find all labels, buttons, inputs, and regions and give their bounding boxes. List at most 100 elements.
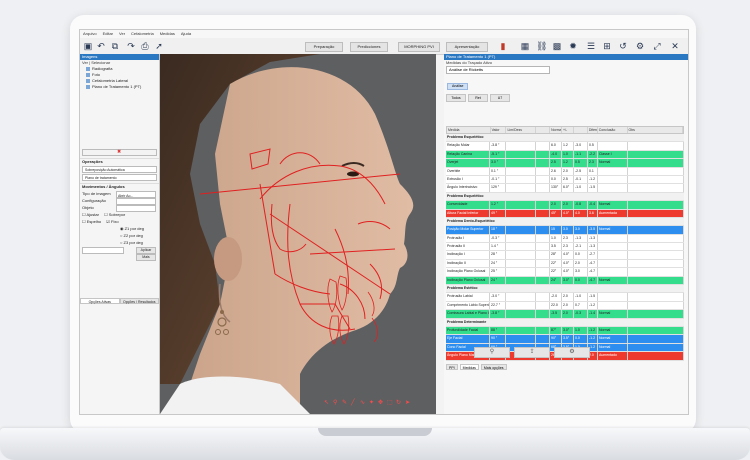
menu-edit[interactable]: Editar — [103, 30, 113, 38]
tab-measures[interactable]: Medidas — [459, 364, 479, 370]
tab-more-options[interactable]: Mais opções — [480, 364, 507, 370]
table-row[interactable]: Inclinação II 24 ° 22° 4.0° 2.0 -4.7 — [446, 259, 684, 269]
tool-curve-icon[interactable]: ∿ — [360, 400, 366, 406]
table-row[interactable]: Relação Canina -5.1 ° -4.0 1.0 -1.1 -2.2 Class… — [446, 150, 684, 160]
table-row[interactable]: Inclinação Plano Oclusal 24 ° 24° 3.0° 0.0 -4… — [446, 276, 684, 286]
list-icon[interactable]: ☰ — [586, 41, 596, 51]
table-row[interactable]: Eje Facial 90 ° 90° 3.5° 0.0 -1.2 Normal — [446, 335, 684, 344]
menu-view[interactable]: Ver — [119, 30, 125, 38]
col-measure[interactable]: Medida — [447, 127, 491, 133]
table-group-row[interactable]: Problema Dento-Esquelético — [446, 217, 684, 227]
table-row[interactable]: Protrusão I -0.3 ° 1.0 2.3 -1.3 -1.3 — [446, 234, 684, 244]
adjust-icon[interactable]: ⚙ — [635, 41, 645, 51]
col-conclusion[interactable]: Conclusão — [598, 127, 628, 133]
check-overlay[interactable]: ☐ Sobrepor — [104, 212, 125, 217]
menu-file[interactable]: Arquivo — [83, 30, 97, 38]
copy-icon[interactable]: ⧉ — [110, 41, 120, 51]
tab-all[interactable]: Todos — [446, 94, 466, 102]
table-row[interactable]: Overbite 0.1 ° 2.6 2.0 -2.5 0.1 — [446, 167, 684, 176]
radio-row-1[interactable]: ◉ Z1 por deg — [80, 225, 159, 232]
settings-button[interactable]: ⚙ — [554, 347, 590, 358]
delete-field[interactable]: ✖ — [82, 149, 157, 156]
col-dev[interactable]: +/- — [562, 127, 574, 133]
table-cell: Protrusão Labial — [446, 293, 490, 301]
operations-select-2[interactable]: Plano de tratamento — [82, 174, 157, 181]
tool-select-icon[interactable]: ⬚ — [387, 400, 393, 406]
check-mirror[interactable]: ☐ Espelho — [82, 219, 101, 224]
table-row[interactable]: Relação Molar -3.8 ° 6.0 1.2 -3.0 0.5 — [446, 142, 684, 151]
tab-active-options[interactable]: Opções Ativas — [80, 298, 120, 304]
table-group-row[interactable]: Problema Determinante — [446, 318, 684, 327]
profile-photo-with-tracing[interactable]: ↖ ⚲ ✎ ╱ ∿ ✦ ✥ ⬚ ↻ ➤ — [160, 54, 436, 414]
tool-zoom-icon[interactable]: ⚲ — [333, 400, 339, 406]
table-row[interactable]: Inclinação Plano Oclusal 25 ° 22° 4.0° 3.0 -4… — [446, 268, 684, 277]
menu-cephalometry[interactable]: Cefalometria — [131, 30, 154, 38]
tool-cursor-icon[interactable]: ➤ — [405, 400, 411, 406]
table-row[interactable]: Profundidade Facial 88 ° 87° 3.0° 1.0 -1.2 Nor… — [446, 326, 684, 336]
table-row[interactable]: Protrusão Labial -3.0 ° -2.0 2.0 -1.0 -1.5 — [446, 293, 684, 302]
tab-options-results[interactable]: Opções / Resultados — [119, 298, 159, 304]
tool-pencil-icon[interactable]: ✎ — [342, 400, 348, 406]
table-row[interactable]: Altura Facial Inferior 49 ° 45° 4.0° 4.0 3.6 A… — [446, 209, 684, 218]
table-row[interactable]: Protrusão II 1.4 ° 3.5 2.3 -2.1 -1.3 — [446, 243, 684, 252]
col-diff[interactable]: Diferença — [588, 127, 598, 133]
col-obs[interactable]: Obs — [628, 127, 683, 133]
preparation-button[interactable]: Preparação — [305, 42, 343, 52]
save-icon[interactable]: ▣ — [83, 41, 93, 51]
tool-arrow-icon[interactable]: ↖ — [324, 400, 330, 406]
operations-select-1[interactable]: Sobreposição Automática — [82, 166, 157, 173]
link-icon[interactable]: ⛓ — [536, 41, 547, 51]
print-icon[interactable]: ⎙ — [140, 41, 150, 51]
settings-icon[interactable]: ✹ — [568, 41, 578, 51]
book-icon[interactable]: ▮ — [498, 41, 508, 51]
table-row[interactable]: Convexidade 1.2 ° 2.0 2.0 -0.8 -0.4 Normal — [446, 201, 684, 210]
close-icon[interactable]: ✕ — [670, 41, 680, 51]
table-row[interactable]: Posição Molar Superior 18 ° 15 3.0 3.0 -3.5 No… — [446, 226, 684, 235]
radio-row-2[interactable]: ○ Z2 por deg — [80, 232, 159, 239]
layout-icon[interactable]: ▦ — [520, 41, 530, 51]
undo-icon[interactable]: ↶ — [96, 41, 106, 51]
presentation-button[interactable]: Apresentação — [446, 42, 488, 52]
col-extra[interactable] — [574, 127, 588, 133]
table-group-row[interactable]: Problema Esquelético — [446, 192, 684, 202]
tab-ret[interactable]: Ret — [468, 94, 488, 102]
table-row[interactable]: Extrusão I -0.1 ° 0.0 2.5 -0.1 -1.2 — [446, 175, 684, 185]
col-limit[interactable]: Lim/Desv — [506, 127, 537, 133]
menu-help[interactable]: Ajuda — [181, 30, 191, 38]
search-button[interactable]: ⚲ — [474, 347, 510, 358]
table-group-row[interactable]: Problema Estético — [446, 285, 684, 294]
tool-rotate-icon[interactable]: ↻ — [396, 400, 402, 406]
table-cell: 22° — [550, 268, 562, 276]
expand-icon[interactable]: ⤢ — [652, 41, 662, 51]
table-row[interactable]: Comprimento Lábio Superior 22.7 ° 22.0 2.0 0… — [446, 301, 684, 311]
menu-measures[interactable]: Medidas — [160, 30, 175, 38]
images-icon[interactable]: ▩ — [552, 41, 562, 51]
tab-ppi[interactable]: PPI — [446, 364, 458, 370]
redo-icon[interactable]: ↷ — [126, 41, 136, 51]
pointer-icon[interactable]: ➚ — [154, 41, 164, 51]
col-blank[interactable] — [536, 127, 551, 133]
rotate-icon[interactable]: ↺ — [618, 41, 628, 51]
export-button[interactable]: ⇪ — [514, 347, 550, 358]
table-icon[interactable]: ⊞ — [602, 41, 612, 51]
table-row[interactable]: Overjet 3.0 ° 2.5 1.2 0.5 2.3 Normal — [446, 159, 684, 168]
predictions-button[interactable]: Predicciones — [350, 42, 388, 52]
col-norm[interactable]: Norma — [550, 127, 563, 133]
tool-point-icon[interactable]: ✦ — [369, 400, 375, 406]
analysis-chip[interactable]: Análise — [447, 83, 469, 90]
check-adjust[interactable]: ☐ Ajustar — [82, 212, 99, 217]
delete-icon[interactable]: ✖ — [117, 149, 121, 155]
table-row[interactable]: Comissura Labial e Plano Ocl. -3.8 ° -3.5 2… — [446, 310, 684, 319]
tool-move-icon[interactable]: ✥ — [378, 400, 384, 406]
check-fixed[interactable]: ☑ Fixo — [106, 219, 118, 224]
tab-u7[interactable]: U7 — [490, 94, 510, 102]
table-group-row[interactable]: Problema Esquelético — [446, 134, 684, 143]
radio-row-3[interactable]: ○ Z3 por deg — [80, 239, 159, 246]
tool-line-icon[interactable]: ╱ — [351, 400, 357, 406]
morphing-button[interactable]: MORPHING PVI — [398, 42, 440, 52]
col-value[interactable]: Valor — [491, 127, 507, 133]
table-row[interactable]: Inclinação I 28 ° 28° 4.0° 0.0 -2.7 — [446, 251, 684, 260]
analysis-select[interactable]: Análise de Ricketts — [446, 66, 550, 74]
table-row[interactable]: Ângulo Interincisivo 129 ° 130° 6.0° -1.0 -1.… — [446, 184, 684, 193]
more-button[interactable]: Mais — [136, 254, 156, 261]
